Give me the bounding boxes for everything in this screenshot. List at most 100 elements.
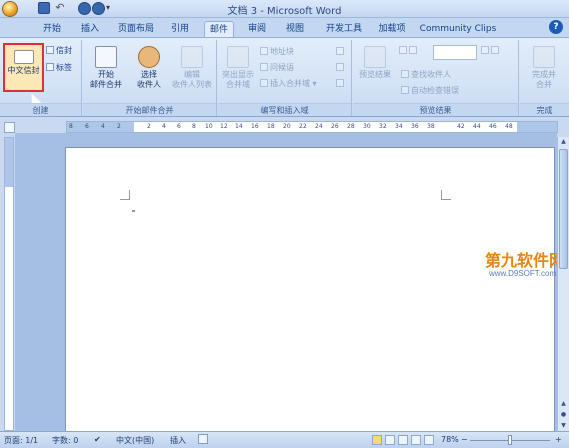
tab-community-clips[interactable]: Community Clips — [419, 21, 497, 38]
envelope-small-icon — [46, 46, 54, 54]
preview-results-btn-label: 预览结果 — [359, 70, 391, 79]
finish-merge-button[interactable]: 完成并 合并 — [522, 46, 566, 90]
group-write-insert-fields-label: 编写和插入域 — [218, 103, 351, 116]
title-bar: ↶ ▾ 文档 3 - Microsoft Word — [0, 0, 569, 18]
vertical-ruler[interactable] — [4, 137, 14, 431]
site-watermark: 第九软件网 — [485, 253, 566, 270]
zoom-slider-thumb[interactable] — [508, 435, 512, 445]
previous-page-icon[interactable]: ▲ — [559, 399, 568, 409]
status-bar: 页面: 1/1 字数: 0 ✔ 中文(中国) 插入 78% − + — [0, 431, 569, 448]
word-count[interactable]: 字数: 0 — [52, 435, 78, 446]
help-icon[interactable]: ? — [549, 20, 563, 34]
tab-review[interactable]: 审阅 — [245, 21, 269, 38]
greeting-line-label: 问候语 — [270, 63, 294, 72]
ruler-number: 18 — [267, 123, 275, 130]
text-cursor — [132, 210, 135, 212]
ruler-number: 28 — [347, 123, 355, 130]
tab-page-layout[interactable]: 页面布局 — [114, 21, 158, 38]
outline-view-icon[interactable] — [411, 435, 421, 445]
previous-record-icon[interactable] — [409, 46, 417, 54]
vertical-ruler-top-margin — [5, 138, 13, 187]
edit-recipient-list-button[interactable]: 编辑 收件人列表 — [169, 46, 215, 90]
tab-selector[interactable] — [4, 122, 15, 133]
group-finish: 完成并 合并 完成 — [520, 40, 569, 116]
insert-merge-field-button[interactable]: 插入合并域 ▾ — [260, 78, 317, 90]
record-number-input[interactable] — [433, 45, 477, 60]
last-record-icon[interactable] — [491, 46, 499, 54]
ruler-number: 4 — [101, 123, 105, 130]
tab-insert[interactable]: 插入 — [78, 21, 102, 38]
auto-check-icon — [401, 86, 409, 94]
label-icon — [46, 63, 54, 71]
start-mail-merge-label-2: 邮件合并 — [90, 80, 122, 89]
preview-results-button[interactable]: 预览结果 — [355, 46, 395, 80]
tab-add-ins[interactable]: 加载项 — [375, 21, 409, 38]
start-mail-merge-button[interactable]: 开始 邮件合并 — [85, 46, 127, 90]
scrollbar-thumb[interactable] — [559, 149, 568, 269]
edit-list-icon — [181, 46, 203, 68]
spelling-check-icon[interactable]: ✔ — [94, 435, 101, 444]
find-recipient-button[interactable]: 查找收件人 — [401, 69, 451, 81]
zoom-out-icon[interactable]: − — [461, 435, 468, 444]
update-labels-icon — [336, 79, 344, 87]
first-record-icon[interactable] — [399, 46, 407, 54]
insert-mode[interactable]: 插入 — [170, 435, 186, 446]
full-screen-reading-view-icon[interactable] — [385, 435, 395, 445]
greeting-line-button[interactable]: 问候语 — [260, 62, 294, 74]
tab-mailings[interactable]: 邮件 — [204, 21, 234, 38]
zoom-level[interactable]: 78% — [441, 435, 459, 444]
scroll-up-icon[interactable]: ▲ — [559, 137, 568, 147]
next-page-icon[interactable]: ▼ — [559, 421, 568, 431]
tab-view[interactable]: 视图 — [283, 21, 307, 38]
select-recipients-button[interactable]: 选择 收件人 — [129, 46, 169, 90]
page-count[interactable]: 页面: 1/1 — [4, 435, 38, 446]
chinese-envelope-button[interactable]: 中文信封 — [3, 43, 44, 92]
chinese-envelope-label: 中文信封 — [7, 66, 40, 75]
language-status[interactable]: 中文(中国) — [116, 435, 154, 446]
update-labels-button[interactable] — [336, 78, 346, 90]
draft-view-icon[interactable] — [424, 435, 434, 445]
next-record-icon[interactable] — [481, 46, 489, 54]
preview-icon — [364, 46, 386, 68]
find-icon — [401, 70, 409, 78]
chinese-envelope-content: 中文信封 — [5, 50, 42, 76]
ruler-right-margin — [517, 122, 557, 132]
auto-check-errors-button[interactable]: 自动检查错误 — [401, 85, 459, 97]
macro-record-icon[interactable] — [198, 434, 208, 444]
group-preview-results-label: 预览结果 — [353, 103, 518, 116]
highlight-merge-fields-button[interactable]: 突出显示 合并域 — [220, 46, 256, 90]
print-layout-view-icon[interactable] — [372, 435, 382, 445]
site-watermark-url: www.D9SOFT.com — [489, 269, 557, 278]
ruler-number: 4 — [162, 123, 166, 130]
labels-button[interactable]: 标签 — [46, 62, 72, 74]
tab-references[interactable]: 引用 — [167, 21, 193, 38]
document-page[interactable] — [65, 147, 555, 437]
tab-developer[interactable]: 开发工具 — [322, 21, 366, 38]
highlight-fields-label-2: 合并域 — [226, 80, 250, 89]
record-nav-right — [481, 45, 501, 57]
margin-corner-right — [441, 190, 451, 200]
address-block-button[interactable]: 地址块 — [260, 46, 294, 58]
labels-label: 标签 — [56, 63, 72, 72]
select-browse-object-icon[interactable]: ● — [559, 410, 568, 420]
ruler-number: 6 — [85, 123, 89, 130]
web-layout-view-icon[interactable] — [398, 435, 408, 445]
zoom-in-icon[interactable]: + — [555, 435, 562, 444]
ruler-number: 16 — [251, 123, 259, 130]
envelope-button[interactable]: 信封 — [46, 45, 72, 57]
select-recipients-label-2: 收件人 — [137, 80, 161, 89]
tab-home[interactable]: 开始 — [38, 21, 66, 38]
find-recipient-label: 查找收件人 — [411, 70, 451, 79]
ruler-number: 26 — [331, 123, 339, 130]
match-fields-button[interactable] — [336, 62, 346, 74]
group-create: 中文信封 信封 标签 创建 — [0, 40, 82, 116]
ruler-number: 10 — [205, 123, 213, 130]
horizontal-ruler[interactable]: 8 6 4 2 2 4 6 8 10 12 14 16 18 20 22 24 … — [66, 121, 558, 133]
recipients-icon — [138, 46, 160, 68]
edit-recipients-label-2: 收件人列表 — [172, 80, 212, 89]
vertical-scrollbar[interactable]: ▲ ▲ ● ▼ — [557, 137, 569, 431]
ruler-number: 36 — [411, 123, 419, 130]
group-start-mail-merge-label: 开始邮件合并 — [83, 103, 216, 116]
finish-merge-label-2: 合并 — [536, 80, 552, 89]
rules-button[interactable] — [336, 46, 346, 58]
